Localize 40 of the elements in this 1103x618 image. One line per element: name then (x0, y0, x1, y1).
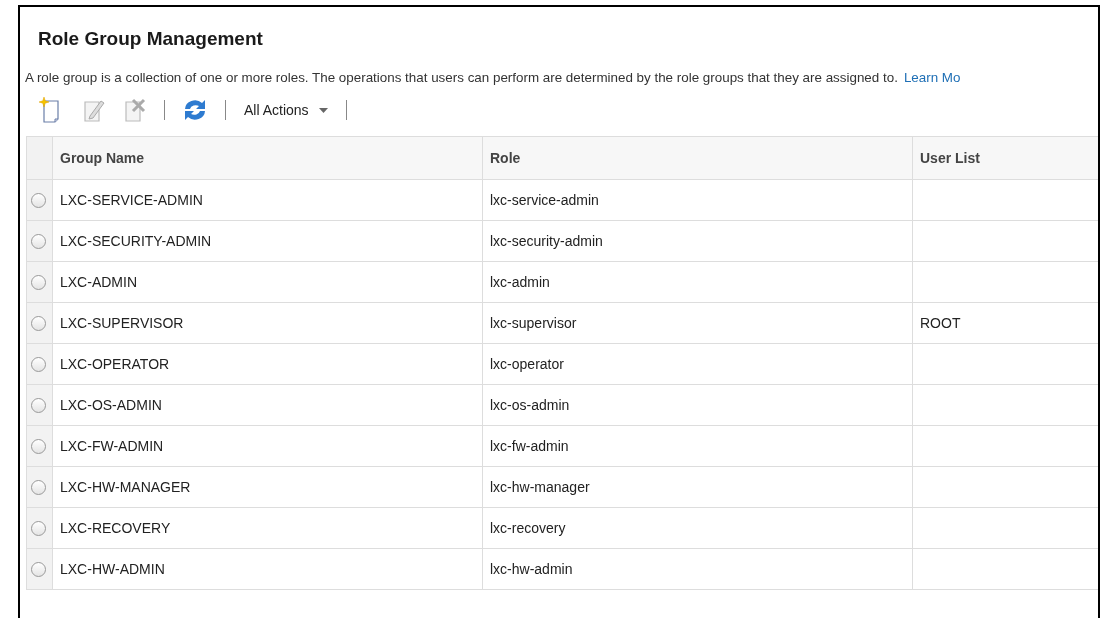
table-cell: LXC-HW-MANAGER (53, 467, 483, 507)
caret-icon (318, 107, 328, 113)
table-cell: lxc-admin (483, 262, 913, 302)
table-cell: lxc-recovery (483, 508, 913, 548)
column-header[interactable]: Role (483, 137, 913, 179)
table-cell: LXC-RECOVERY (53, 508, 483, 548)
row-radio-button[interactable] (31, 479, 46, 495)
table-cell: LXC-ADMIN (53, 262, 483, 302)
row-radio-button[interactable] (31, 397, 46, 413)
row-radio-button[interactable] (31, 561, 46, 577)
row-radio-button[interactable] (31, 315, 46, 331)
row-radio-button[interactable] (31, 438, 46, 454)
description-text: A role group is a collection of one or more roles. The operations that users can perform are determined by the role groups that they are assigned to. (25, 70, 898, 85)
row-radio-button[interactable] (31, 274, 46, 290)
table-cell: LXC-OS-ADMIN (53, 385, 483, 425)
column-header[interactable]: User List (913, 137, 1098, 179)
table-cell: LXC-SECURITY-ADMIN (53, 221, 483, 261)
table-cell: lxc-hw-admin (483, 549, 913, 589)
row-radio-button[interactable] (31, 356, 46, 372)
table-cell: lxc-security-admin (483, 221, 913, 261)
table-cell: LXC-FW-ADMIN (53, 426, 483, 466)
learn-more-link[interactable]: Learn Mo (903, 70, 961, 85)
table-cell: lxc-supervisor (483, 303, 913, 343)
table-cell: LXC-SUPERVISOR (53, 303, 483, 343)
delete-document-icon[interactable] (122, 97, 148, 123)
table-cell-text: ROOT (919, 314, 962, 333)
row-radio-button[interactable] (31, 520, 46, 536)
row-radio-button[interactable] (31, 233, 46, 249)
row-radio-button[interactable] (31, 192, 46, 208)
table-cell: lxc-hw-manager (483, 467, 913, 507)
table-cell: LXC-OPERATOR (53, 344, 483, 384)
page-title: Role Group Management (37, 27, 264, 50)
table-cell: LXC-HW-ADMIN (53, 549, 483, 589)
table-cell: lxc-fw-admin (483, 426, 913, 466)
table-cell: lxc-os-admin (483, 385, 913, 425)
table-cell: LXC-SERVICE-ADMIN (53, 180, 483, 220)
column-header[interactable]: Group Name (53, 137, 483, 179)
table-cell: lxc-operator (483, 344, 913, 384)
table-cell: lxc-service-admin (483, 180, 913, 220)
all-actions-dropdown[interactable]: All Actions (242, 102, 330, 118)
